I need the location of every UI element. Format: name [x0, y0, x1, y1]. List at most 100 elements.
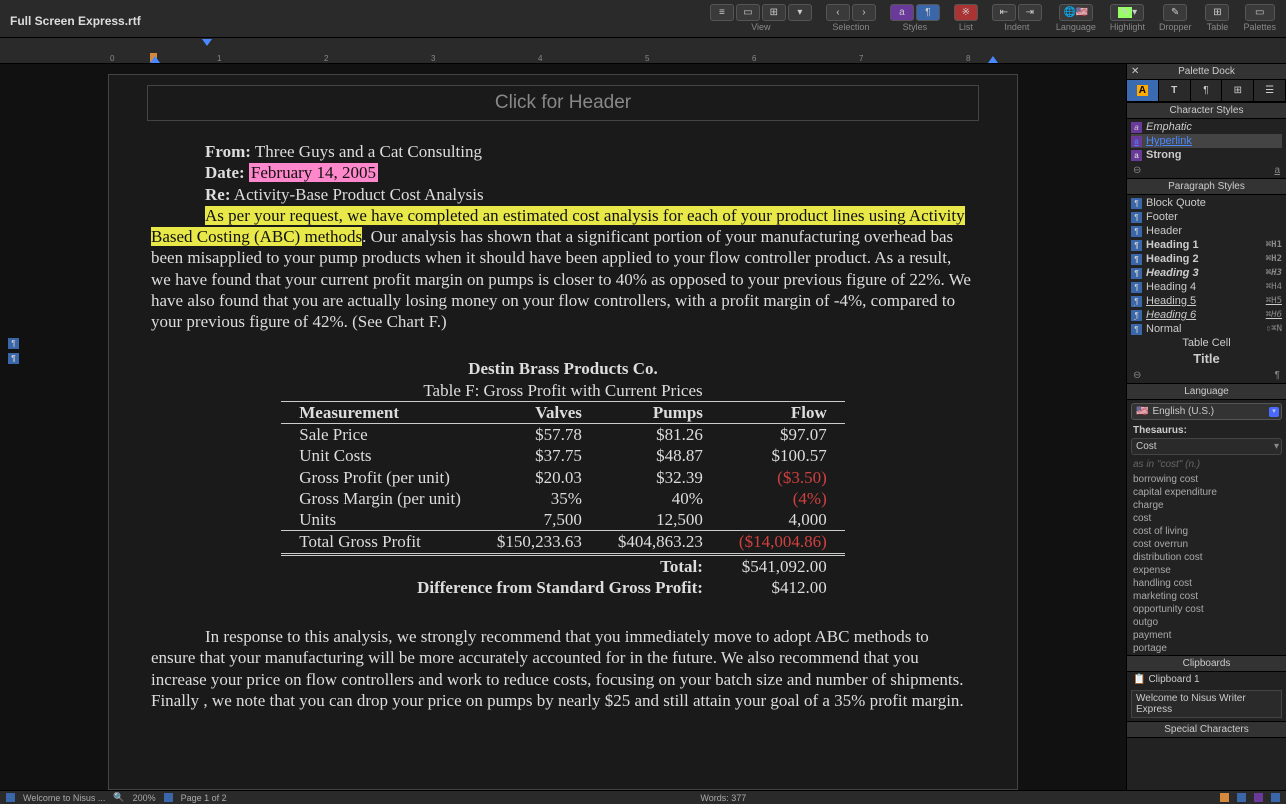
view-draft-button[interactable]: ≡ — [710, 4, 734, 21]
thesaurus-entry[interactable]: borrowing cost — [1133, 473, 1280, 486]
thesaurus-entry[interactable]: distribution cost — [1133, 551, 1280, 564]
status-icon-2[interactable] — [1237, 793, 1246, 802]
selection-prev-button[interactable]: ‹ — [826, 4, 850, 21]
language-button[interactable]: 🌐🇺🇸 — [1059, 4, 1093, 21]
dock-tab-doc[interactable]: ☰ — [1254, 80, 1286, 101]
date-value: February 14, 2005 — [249, 163, 378, 182]
list-button[interactable]: ※ — [954, 4, 978, 21]
thesaurus-label: Thesaurus: — [1127, 423, 1286, 438]
style-emphatic[interactable]: aEmphatic — [1131, 120, 1282, 134]
zoom-icon[interactable]: 🔍 — [113, 792, 124, 803]
zoom-level[interactable]: 200% — [133, 793, 156, 803]
remove-para-style-icon[interactable]: ⊖ — [1133, 370, 1141, 381]
styles-para-button[interactable]: ¶ — [916, 4, 940, 21]
thesaurus-entry[interactable]: outgo — [1133, 616, 1280, 629]
style-normal[interactable]: ¶Normal⇧⌘N — [1131, 322, 1282, 336]
list-group: ※ List — [954, 4, 978, 32]
toolbar: ≡ ▭ ⊞ ▾ View ‹ › Selection a ¶ Styles ※ — [710, 0, 1276, 32]
para-style-menu-icon[interactable]: ¶ — [1275, 370, 1280, 381]
thesaurus-entry[interactable]: charge — [1133, 499, 1280, 512]
selection-next-button[interactable]: › — [852, 4, 876, 21]
char-style-menu-icon[interactable]: a — [1274, 165, 1280, 176]
doc-switcher[interactable]: Welcome to Nisus ... — [23, 793, 105, 803]
indent-more-button[interactable]: ⇥ — [1018, 4, 1042, 21]
dropper-button[interactable]: ✎ — [1163, 4, 1187, 21]
dock-tab-table[interactable]: ⊞ — [1222, 80, 1254, 101]
page-icon — [164, 793, 173, 802]
thesaurus-entry[interactable]: marketing cost — [1133, 590, 1280, 603]
window-title: Full Screen Express.rtf — [10, 0, 141, 28]
style-h2[interactable]: ¶Heading 2⌘H2 — [1131, 252, 1282, 266]
from-value: Three Guys and a Cat Consulting — [255, 142, 482, 161]
palette-dock: ✕ Palette Dock A T ¶ ⊞ ☰ Character Style… — [1126, 64, 1286, 790]
style-table-cell[interactable]: ¶Table Cell — [1131, 336, 1282, 350]
diff-label: Difference from Standard Gross Profit: — [281, 577, 721, 598]
profit-table: Measurement Valves Pumps Flow Sale Price… — [281, 401, 844, 598]
thesaurus-entry[interactable]: cost of living — [1133, 525, 1280, 538]
selection-label: Selection — [832, 22, 869, 32]
dropper-group: ✎ Dropper — [1159, 4, 1192, 32]
style-title[interactable]: ¶Title — [1131, 350, 1282, 367]
style-header[interactable]: ¶Header — [1131, 224, 1282, 238]
style-h6[interactable]: ¶Heading 6⌘H6 — [1131, 308, 1282, 322]
thesaurus-entry[interactable]: expense — [1133, 564, 1280, 577]
total-label: Total: — [600, 554, 721, 577]
remove-style-icon[interactable]: ⊖ — [1133, 165, 1141, 176]
styles-group: a ¶ Styles — [890, 4, 940, 32]
status-icon-4[interactable] — [1271, 793, 1280, 802]
highlight-group: ✎▾ Highlight — [1110, 4, 1145, 32]
page[interactable]: Click for Header From: Three Guys and a … — [108, 74, 1018, 790]
thesaurus-entry[interactable]: cost overrun — [1133, 538, 1280, 551]
style-strong[interactable]: aStrong — [1131, 148, 1282, 162]
palettes-button[interactable]: ▭ — [1245, 4, 1275, 21]
dock-tab-char[interactable]: A — [1127, 80, 1159, 101]
styles-char-button[interactable]: a — [890, 4, 914, 21]
table-button[interactable]: ⊞ — [1205, 4, 1229, 21]
dock-title: Palette Dock — [1178, 66, 1235, 77]
view-page-button[interactable]: ▭ — [736, 4, 760, 21]
style-h1[interactable]: ¶Heading 1⌘H1 — [1131, 238, 1282, 252]
thesaurus-input[interactable]: Cost ▾ — [1131, 438, 1282, 455]
view-thumbs-button[interactable]: ⊞ — [762, 4, 786, 21]
page-indicator[interactable]: Page 1 of 2 — [181, 793, 227, 803]
header-placeholder[interactable]: Click for Header — [147, 85, 979, 121]
thesaurus-entry[interactable]: opportunity cost — [1133, 603, 1280, 616]
status-icon-1[interactable] — [1220, 793, 1229, 802]
style-h5[interactable]: ¶Heading 5⌘H5 — [1131, 294, 1282, 308]
style-h3[interactable]: ¶Heading 3⌘H3 — [1131, 266, 1282, 280]
dock-tabs: A T ¶ ⊞ ☰ — [1127, 80, 1286, 102]
close-icon[interactable]: ✕ — [1131, 66, 1139, 77]
thesaurus-list: as in "cost" (n.) borrowing costcapital … — [1127, 458, 1286, 655]
view-group: ≡ ▭ ⊞ ▾ View — [710, 4, 812, 32]
highlight-button[interactable]: ✎▾ — [1110, 4, 1144, 21]
dropdown-icon: ▾ — [1269, 407, 1279, 417]
para2: In response to this analysis, we strongl… — [151, 626, 975, 711]
table-row: Unit Costs $37.75 $48.87 $100.57 — [281, 445, 844, 466]
document-area[interactable]: Click for Header From: Three Guys and a … — [0, 64, 1126, 790]
table-row: Gross Margin (per unit) 35% 40% (4%) — [281, 488, 844, 509]
date-label: Date: — [205, 163, 245, 182]
view-dropdown-button[interactable]: ▾ — [788, 4, 812, 21]
thesaurus-entry[interactable]: handling cost — [1133, 577, 1280, 590]
indent-less-button[interactable]: ⇤ — [992, 4, 1016, 21]
status-icon-3[interactable] — [1254, 793, 1263, 802]
style-hyperlink[interactable]: aHyperlink — [1131, 134, 1282, 148]
style-footer[interactable]: ¶Footer — [1131, 210, 1282, 224]
col-pumps: Pumps — [600, 401, 721, 423]
list-label: List — [959, 22, 973, 32]
thesaurus-entry[interactable]: capital expenditure — [1133, 486, 1280, 499]
dock-header: ✕ Palette Dock — [1127, 64, 1286, 80]
ruler[interactable]: 0 1 2 3 4 5 6 7 8 — [0, 38, 1286, 64]
thesaurus-entry[interactable]: portage — [1133, 642, 1280, 655]
language-select[interactable]: 🇺🇸 English (U.S.) ▾ — [1131, 403, 1282, 420]
style-block-quote[interactable]: ¶Block Quote — [1131, 196, 1282, 210]
style-h4[interactable]: ¶Heading 4⌘H4 — [1131, 280, 1282, 294]
clipboard-content[interactable]: Welcome to Nisus Writer Express — [1131, 690, 1282, 718]
word-count[interactable]: Words: 377 — [700, 793, 746, 803]
thesaurus-entry[interactable]: cost — [1133, 512, 1280, 525]
language-group: 🌐🇺🇸 Language — [1056, 4, 1096, 32]
thesaurus-entry[interactable]: payment — [1133, 629, 1280, 642]
clipboard-selector[interactable]: 📋Clipboard 1 — [1127, 672, 1286, 687]
dock-tab-para[interactable]: ¶ — [1191, 80, 1223, 101]
dock-tab-text[interactable]: T — [1159, 80, 1191, 101]
